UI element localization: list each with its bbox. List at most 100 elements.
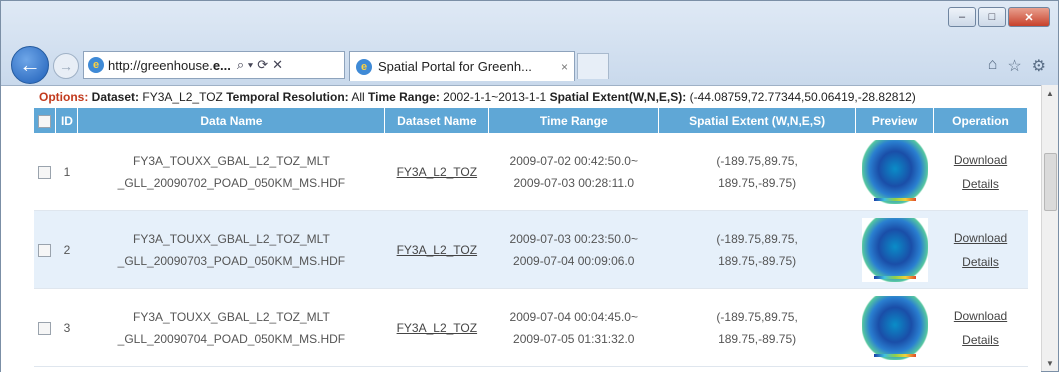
header-data-name: Data Name xyxy=(77,108,386,133)
search-icon[interactable]: ⌕ ▾ xyxy=(237,57,253,73)
window-controls: – □ ✕ xyxy=(948,7,1050,27)
time-range-label: Time Range: xyxy=(368,90,440,104)
extent-line1: (-189.75,89.75, xyxy=(716,231,798,246)
tab-title: Spatial Portal for Greenh... xyxy=(378,59,532,74)
spatial-extent-value: (-44.08759,72.77344,50.06419,-28.82812) xyxy=(689,90,916,104)
download-link[interactable]: Download xyxy=(954,231,1007,245)
row-checkbox[interactable] xyxy=(38,243,52,257)
header-operation: Operation xyxy=(933,108,1028,133)
extent-line2: 189.75,-89.75) xyxy=(718,331,797,346)
header-dataset-name: Dataset Name xyxy=(384,108,490,133)
table-row: 2 FY3A_TOUXX_GBAL_L2_TOZ_MLT _GLL_2009070… xyxy=(34,210,1028,289)
time-range-cell: 2009-07-03 00:23:50.0~ 2009-07-04 00:09:0… xyxy=(488,210,659,289)
row-id: 3 xyxy=(55,288,78,367)
header-id: ID xyxy=(55,108,79,133)
data-name-line1: FY3A_TOUXX_GBAL_L2_TOZ_MLT xyxy=(133,153,330,168)
time-end: 2009-07-05 01:31:32.0 xyxy=(513,331,635,346)
data-name-line2: _GLL_20090702_POAD_050KM_MS.HDF xyxy=(117,175,346,190)
header-spatial-extent: Spatial Extent (W,N,E,S) xyxy=(658,108,857,133)
page-content: Options: Dataset: FY3A_L2_TOZ Temporal R… xyxy=(1,85,1041,372)
dataset-value: FY3A_L2_TOZ xyxy=(142,90,223,104)
browser-window: – □ ✕ ← → e http://greenhouse.e... ⌕ ▾ ⟳… xyxy=(0,0,1059,372)
arrow-left-icon: ← xyxy=(19,52,41,77)
data-name-line1: FY3A_TOUXX_GBAL_L2_TOZ_MLT xyxy=(133,231,330,246)
extent-line1: (-189.75,89.75, xyxy=(716,309,798,324)
header-time-range: Time Range xyxy=(488,108,660,133)
address-tools: ⌕ ▾ ⟳ ✕ xyxy=(237,57,283,73)
spatial-extent-label: Spatial Extent(W,N,E,S): xyxy=(549,90,687,104)
row-id: 2 xyxy=(55,210,78,289)
data-name-cell: FY3A_TOUXX_GBAL_L2_TOZ_MLT _GLL_20090704_… xyxy=(77,288,385,367)
minimize-icon[interactable]: – xyxy=(948,7,976,27)
time-range-value: 2002-1-1~2013-1-1 xyxy=(443,90,547,104)
table-header-row: ID Data Name Dataset Name Time Range Spa… xyxy=(34,108,1028,133)
spatial-extent-cell: (-189.75,89.75, 189.75,-89.75) xyxy=(658,288,856,367)
row-checkbox[interactable] xyxy=(38,321,52,335)
time-end: 2009-07-03 00:28:11.0 xyxy=(513,175,635,190)
time-start: 2009-07-02 00:42:50.0~ xyxy=(509,153,638,168)
extent-line2: 189.75,-89.75) xyxy=(718,253,797,268)
ie-logo-icon: e xyxy=(88,57,104,73)
select-all-checkbox[interactable] xyxy=(38,114,52,128)
forward-button[interactable]: → xyxy=(53,53,79,79)
table-row: 3 FY3A_TOUXX_GBAL_L2_TOZ_MLT _GLL_2009070… xyxy=(34,288,1028,367)
row-checkbox[interactable] xyxy=(38,165,52,179)
settings-gear-icon[interactable]: ⚙ xyxy=(1032,56,1046,76)
details-link[interactable]: Details xyxy=(962,333,999,347)
arrow-right-icon: → xyxy=(59,58,73,74)
back-button[interactable]: ← xyxy=(11,46,49,84)
temporal-label: Temporal Resolution: xyxy=(226,90,349,104)
tab-close-icon[interactable]: × xyxy=(561,60,568,74)
browser-chrome: – □ ✕ ← → e http://greenhouse.e... ⌕ ▾ ⟳… xyxy=(1,1,1058,85)
data-name-cell: FY3A_TOUXX_GBAL_L2_TOZ_MLT _GLL_20090702_… xyxy=(77,133,385,211)
time-start: 2009-07-03 00:23:50.0~ xyxy=(509,231,638,246)
browser-tab[interactable]: e Spatial Portal for Greenh... × xyxy=(349,51,575,81)
dataset-link[interactable]: FY3A_L2_TOZ xyxy=(397,243,477,257)
home-icon[interactable]: ⌂ xyxy=(988,56,998,76)
select-all-header xyxy=(34,108,57,133)
download-link[interactable]: Download xyxy=(954,309,1007,323)
data-name-line2: _GLL_20090703_POAD_050KM_MS.HDF xyxy=(117,253,346,268)
results-table: ID Data Name Dataset Name Time Range Spa… xyxy=(34,108,1028,367)
address-bar[interactable]: e http://greenhouse.e... ⌕ ▾ ⟳ ✕ xyxy=(83,51,345,79)
time-end: 2009-07-04 00:09:06.0 xyxy=(513,253,635,268)
time-range-cell: 2009-07-04 00:04:45.0~ 2009-07-05 01:31:3… xyxy=(488,288,659,367)
preview-thumbnail[interactable] xyxy=(861,295,928,360)
dataset-label: Dataset: xyxy=(91,90,140,104)
close-window-icon[interactable]: ✕ xyxy=(1008,7,1050,27)
url-prefix: http://greenhouse. xyxy=(108,57,213,73)
table-row: 1 FY3A_TOUXX_GBAL_L2_TOZ_MLT _GLL_2009070… xyxy=(34,133,1028,211)
maximize-icon[interactable]: □ xyxy=(978,7,1006,27)
header-preview: Preview xyxy=(855,108,935,133)
data-name-cell: FY3A_TOUXX_GBAL_L2_TOZ_MLT _GLL_20090703_… xyxy=(77,210,385,289)
data-name-line2: _GLL_20090704_POAD_050KM_MS.HDF xyxy=(117,331,346,346)
stop-icon[interactable]: ✕ xyxy=(272,57,283,73)
dataset-link[interactable]: FY3A_L2_TOZ xyxy=(397,321,477,335)
scroll-down-icon[interactable]: ▼ xyxy=(1042,355,1058,371)
time-start: 2009-07-04 00:04:45.0~ xyxy=(509,309,638,324)
time-range-cell: 2009-07-02 00:42:50.0~ 2009-07-03 00:28:1… xyxy=(488,133,659,211)
vertical-scrollbar[interactable]: ▲ ▼ xyxy=(1041,85,1058,371)
preview-thumbnail[interactable] xyxy=(861,139,928,204)
url-domain-bold: e... xyxy=(212,57,231,73)
data-name-line1: FY3A_TOUXX_GBAL_L2_TOZ_MLT xyxy=(133,309,330,324)
options-label: Options: xyxy=(39,90,89,104)
options-bar: Options: Dataset: FY3A_L2_TOZ Temporal R… xyxy=(39,90,916,104)
favorites-star-icon[interactable]: ☆ xyxy=(1007,56,1021,76)
browser-toolbar-right: ⌂ ☆ ⚙ xyxy=(988,56,1046,76)
download-link[interactable]: Download xyxy=(954,153,1007,167)
details-link[interactable]: Details xyxy=(962,255,999,269)
scrollbar-thumb[interactable] xyxy=(1044,153,1057,211)
extent-line1: (-189.75,89.75, xyxy=(716,153,798,168)
details-link[interactable]: Details xyxy=(962,177,999,191)
temporal-value: All xyxy=(351,90,365,104)
refresh-icon[interactable]: ⟳ xyxy=(257,57,268,73)
address-url[interactable]: http://greenhouse.e... xyxy=(108,58,231,73)
spatial-extent-cell: (-189.75,89.75, 189.75,-89.75) xyxy=(658,210,856,289)
dataset-link[interactable]: FY3A_L2_TOZ xyxy=(397,165,477,179)
extent-line2: 189.75,-89.75) xyxy=(718,175,797,190)
preview-thumbnail[interactable] xyxy=(861,217,928,282)
row-id: 1 xyxy=(55,133,78,211)
new-tab-button[interactable] xyxy=(577,53,609,79)
scroll-up-icon[interactable]: ▲ xyxy=(1042,85,1058,101)
